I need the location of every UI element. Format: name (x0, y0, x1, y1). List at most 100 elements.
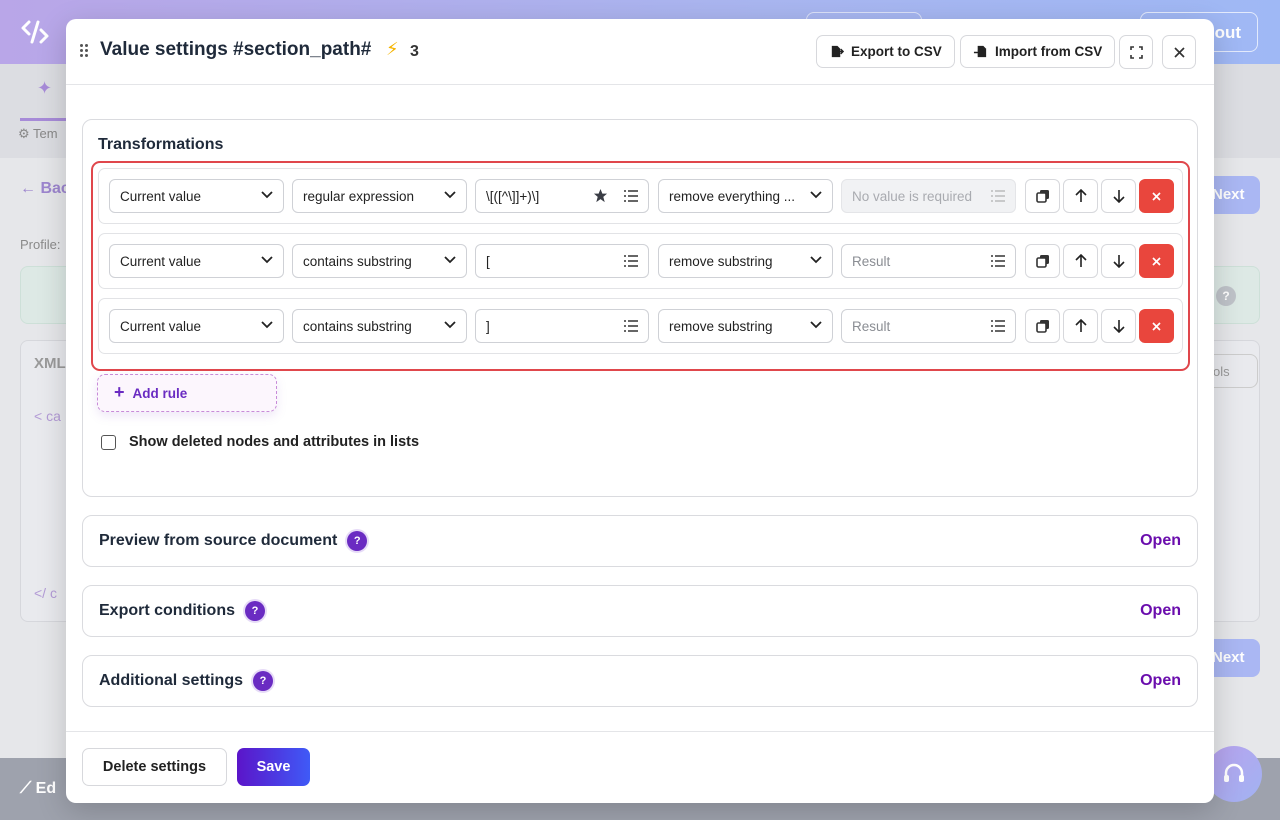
list-icon[interactable] (991, 255, 1005, 267)
fullscreen-button[interactable] (1119, 35, 1153, 69)
condition-select[interactable]: contains substring (292, 309, 467, 343)
move-down-button[interactable] (1101, 244, 1136, 278)
additional-settings-title: Additional settings (99, 672, 243, 689)
close-icon (1152, 256, 1161, 266)
preview-title: Preview from source document (99, 532, 338, 549)
delete-rule-button[interactable] (1139, 179, 1174, 213)
source-select[interactable]: Current value (109, 179, 284, 213)
export-csv-button[interactable]: Export to CSV (816, 35, 955, 68)
import-csv-label: Import from CSV (995, 44, 1103, 59)
tab-templates: ⚙ Tem (18, 126, 58, 141)
duplicate-button[interactable] (1025, 244, 1060, 278)
chevron-down-icon (261, 321, 273, 329)
arrow-up-icon (1074, 319, 1087, 332)
active-tab-indicator (20, 118, 66, 121)
pattern-input[interactable]: [ (475, 244, 649, 278)
result-input: No value is required (841, 179, 1016, 213)
pattern-input[interactable]: \[([^\]]+)\] (475, 179, 649, 213)
lightning-count: 3 (410, 43, 419, 60)
rule-row: Current value contains substring [ remov… (98, 233, 1183, 289)
arrow-down-icon (1112, 255, 1125, 268)
copy-icon (1035, 320, 1049, 333)
app-logo-icon (20, 18, 52, 46)
rule-row: Current value regular expression \[([^\]… (98, 168, 1183, 224)
code-line-close: </ c (34, 585, 57, 601)
close-icon (1152, 191, 1161, 201)
move-up-button[interactable] (1063, 244, 1098, 278)
chevron-down-icon (261, 191, 273, 199)
expand-icon (1129, 45, 1143, 59)
list-icon[interactable] (991, 320, 1005, 332)
chevron-down-icon (444, 321, 456, 329)
list-icon[interactable] (624, 255, 638, 267)
export-csv-label: Export to CSV (851, 44, 942, 59)
duplicate-button[interactable] (1025, 179, 1060, 213)
code-line-open: < ca (34, 408, 61, 424)
move-down-button[interactable] (1101, 309, 1136, 343)
support-chat-icon (1206, 746, 1262, 802)
import-csv-button[interactable]: Import from CSV (960, 35, 1116, 68)
action-select[interactable]: remove substring (658, 244, 833, 278)
delete-rule-button[interactable] (1139, 244, 1174, 278)
source-select[interactable]: Current value (109, 244, 284, 278)
chevron-down-icon (810, 321, 822, 329)
delete-rule-button[interactable] (1139, 309, 1174, 343)
additional-settings-open-link[interactable]: Open (1140, 672, 1181, 690)
action-select[interactable]: remove substring (658, 309, 833, 343)
list-icon[interactable] (624, 320, 638, 332)
result-input[interactable]: Result (841, 309, 1016, 343)
rules-highlight: Current value regular expression \[([^\]… (91, 161, 1190, 371)
transformations-title: Transformations (98, 136, 224, 153)
help-icon[interactable]: ? (347, 531, 368, 551)
copy-icon (1035, 190, 1049, 203)
chevron-down-icon (810, 191, 822, 199)
drag-handle-icon[interactable] (80, 44, 90, 58)
wand-icon: ✦ (37, 78, 53, 98)
list-icon (991, 190, 1005, 202)
close-icon (1152, 321, 1161, 331)
close-button[interactable] (1162, 35, 1196, 69)
transformations-panel: Transformations Current value regular ex… (82, 119, 1198, 497)
move-up-button[interactable] (1063, 179, 1098, 213)
arrow-down-icon (1112, 190, 1125, 203)
help-icon[interactable]: ? (253, 671, 273, 691)
star-icon[interactable] (593, 188, 608, 203)
delete-settings-button[interactable]: Delete settings (82, 748, 227, 786)
help-icon[interactable]: ? (245, 601, 265, 621)
pattern-input[interactable]: ] (475, 309, 649, 343)
additional-settings-accordion[interactable]: Additional settings ? Open (82, 655, 1198, 707)
action-select[interactable]: remove everything ... (658, 179, 833, 213)
export-conditions-open-link[interactable]: Open (1140, 602, 1181, 620)
modal-title: Value settings #section_path# (100, 39, 372, 60)
duplicate-button[interactable] (1025, 309, 1060, 343)
result-input[interactable]: Result (841, 244, 1016, 278)
show-deleted-checkbox[interactable] (101, 434, 116, 450)
add-rule-label: Add rule (132, 385, 188, 401)
arrow-up-icon (1074, 254, 1087, 267)
profile-label: Profile: (20, 237, 61, 252)
move-up-button[interactable] (1063, 309, 1098, 343)
chevron-down-icon (444, 191, 456, 199)
copy-icon (1035, 255, 1049, 268)
condition-select[interactable]: regular expression (292, 179, 467, 213)
footer-logo: ⟋ Ed (20, 780, 57, 797)
add-rule-button[interactable]: + Add rule (97, 374, 277, 412)
chevron-down-icon (261, 256, 273, 264)
preview-open-link[interactable]: Open (1140, 532, 1181, 550)
list-icon[interactable] (624, 190, 638, 202)
show-deleted-row: Show deleted nodes and attributes in lis… (101, 434, 419, 450)
chevron-down-icon (444, 256, 456, 264)
modal-footer: Delete settings Save (66, 731, 1214, 803)
move-down-button[interactable] (1101, 179, 1136, 213)
help-icon: ? (1216, 286, 1236, 306)
lightning-icon: ⚡ (386, 39, 399, 59)
save-button[interactable]: Save (237, 748, 310, 786)
plus-icon: + (114, 381, 125, 402)
export-conditions-accordion[interactable]: Export conditions ? Open (82, 585, 1198, 637)
source-select[interactable]: Current value (109, 309, 284, 343)
show-deleted-label: Show deleted nodes and attributes in lis… (129, 434, 420, 450)
export-conditions-title: Export conditions (99, 602, 235, 619)
arrow-up-icon (1074, 189, 1087, 202)
preview-accordion[interactable]: Preview from source document ? Open (82, 515, 1198, 567)
condition-select[interactable]: contains substring (292, 244, 467, 278)
